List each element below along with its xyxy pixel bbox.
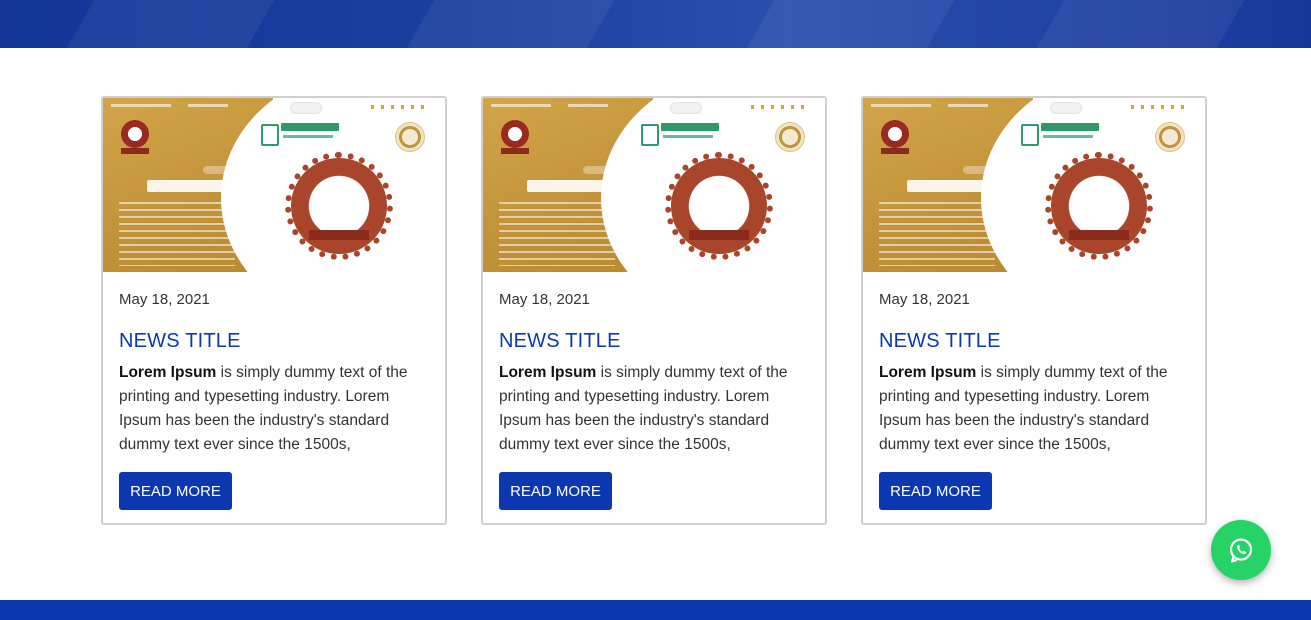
image-label-chip — [689, 230, 749, 240]
news-card-image[interactable] — [863, 98, 1205, 272]
excerpt-bold: Lorem Ipsum — [879, 364, 977, 381]
news-excerpt: Lorem Ipsum is simply dummy text of the … — [499, 361, 811, 457]
news-card-image[interactable] — [103, 98, 445, 272]
news-excerpt: Lorem Ipsum is simply dummy text of the … — [879, 361, 1191, 457]
image-label-chip — [309, 230, 369, 240]
footer-banner — [0, 600, 1311, 620]
news-excerpt: Lorem Ipsum is simply dummy text of the … — [119, 361, 431, 457]
ministry-logo-icon — [1021, 124, 1039, 146]
excerpt-bold: Lorem Ipsum — [499, 364, 597, 381]
news-title[interactable]: NEWS TITLE — [879, 330, 1001, 353]
chamber-emblem-icon — [501, 120, 529, 148]
whatsapp-button[interactable] — [1211, 520, 1271, 580]
top-banner — [0, 0, 1311, 48]
seal-icon — [395, 122, 425, 152]
ministry-logo-icon — [261, 124, 279, 146]
image-label-chip — [1069, 230, 1129, 240]
whatsapp-icon — [1229, 538, 1253, 563]
chamber-emblem-icon — [121, 120, 149, 148]
seal-icon — [775, 122, 805, 152]
read-more-button[interactable]: READ MORE — [879, 472, 992, 510]
chamber-emblem-icon — [881, 120, 909, 148]
news-card-list: May 18, 2021 NEWS TITLE Lorem Ipsum is s… — [101, 96, 1211, 528]
news-title[interactable]: NEWS TITLE — [119, 330, 241, 353]
news-card: May 18, 2021 NEWS TITLE Lorem Ipsum is s… — [861, 96, 1207, 525]
news-date: May 18, 2021 — [499, 291, 590, 308]
read-more-button[interactable]: READ MORE — [119, 472, 232, 510]
news-date: May 18, 2021 — [119, 291, 210, 308]
read-more-button[interactable]: READ MORE — [499, 472, 612, 510]
news-card: May 18, 2021 NEWS TITLE Lorem Ipsum is s… — [481, 96, 827, 525]
news-date: May 18, 2021 — [879, 291, 970, 308]
seal-icon — [1155, 122, 1185, 152]
ministry-logo-icon — [641, 124, 659, 146]
news-card-image[interactable] — [483, 98, 825, 272]
news-card: May 18, 2021 NEWS TITLE Lorem Ipsum is s… — [101, 96, 447, 525]
news-title[interactable]: NEWS TITLE — [499, 330, 621, 353]
excerpt-bold: Lorem Ipsum — [119, 364, 217, 381]
